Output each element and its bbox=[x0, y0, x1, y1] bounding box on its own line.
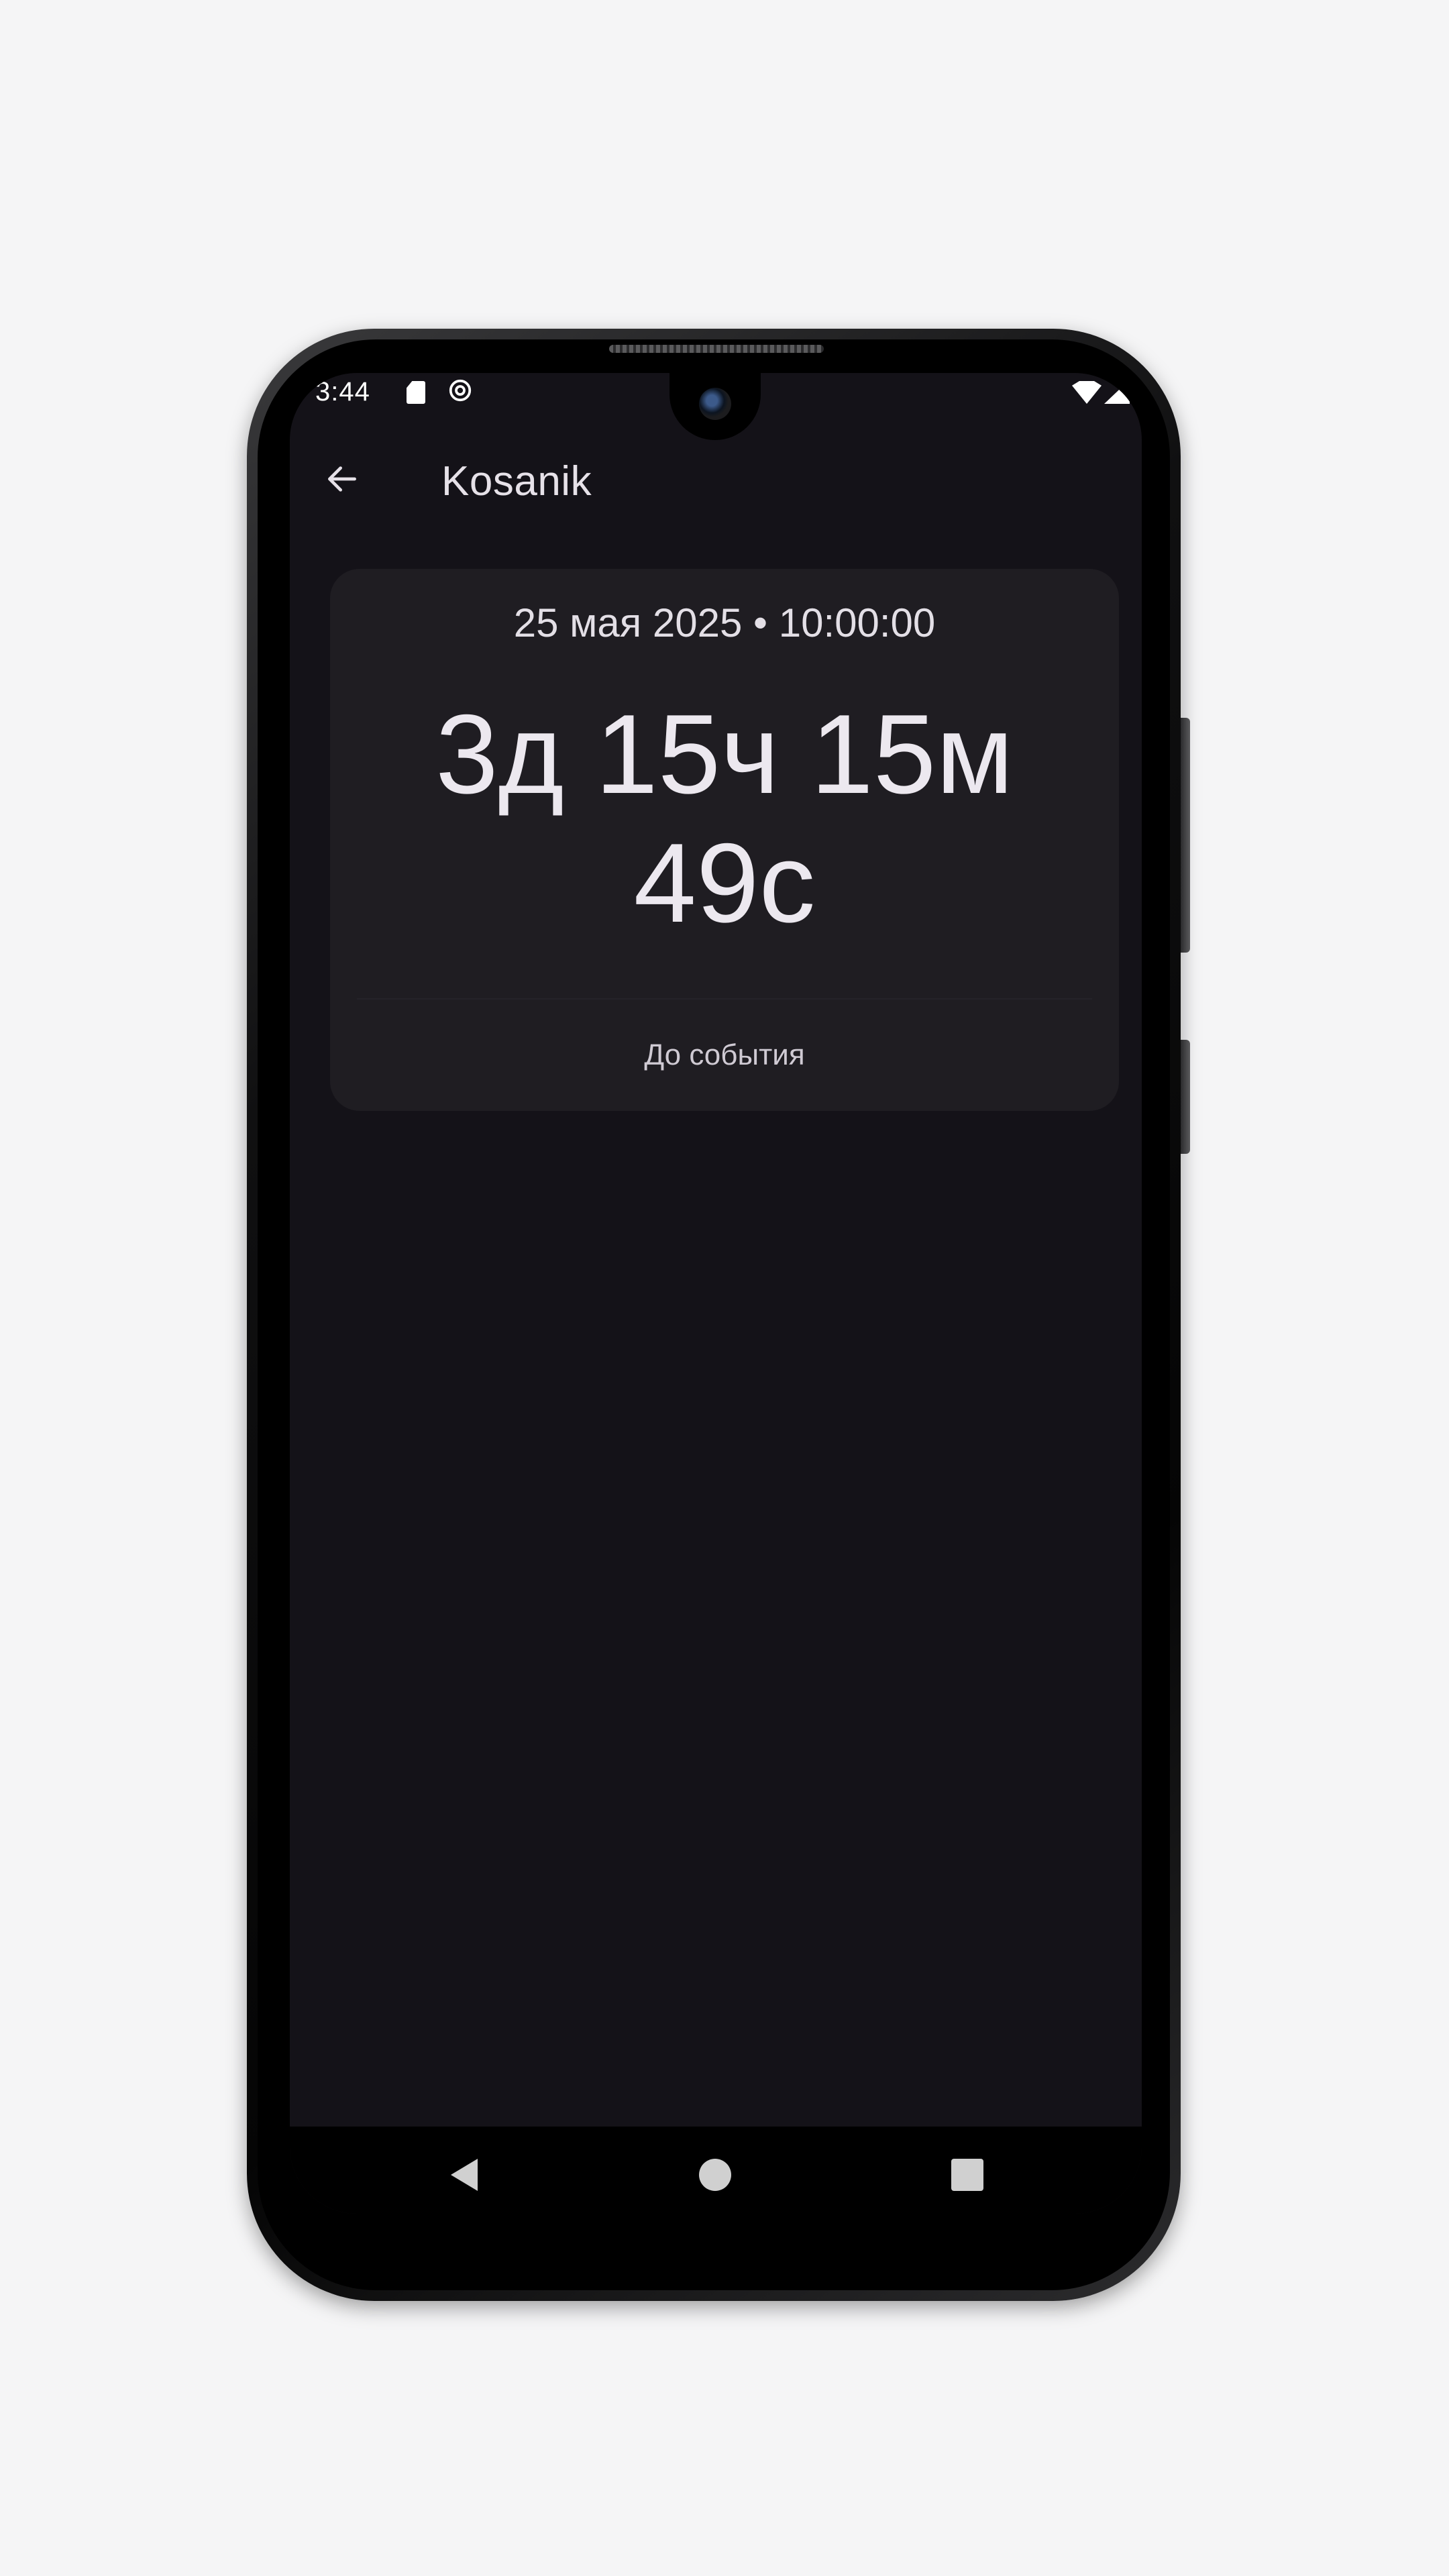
circle-home-icon[interactable] bbox=[699, 2159, 731, 2191]
arrow-left-icon bbox=[328, 466, 356, 492]
status-time: 3:44 bbox=[315, 377, 370, 407]
app-title: Kosanik bbox=[441, 458, 592, 504]
sd-card-icon bbox=[407, 381, 425, 404]
countdown-card[interactable]: 25 мая 2025 • 10:00:00 3д 15ч 15м 49с До… bbox=[330, 569, 1119, 1111]
square-recents-icon[interactable] bbox=[951, 2159, 983, 2191]
system-navigation-bar bbox=[290, 2127, 1142, 2214]
earpiece-speaker bbox=[609, 345, 824, 353]
signal-icon bbox=[1104, 380, 1130, 404]
countdown-caption: До события bbox=[644, 1038, 805, 1071]
at-sign-icon bbox=[449, 379, 472, 402]
back-button[interactable] bbox=[318, 455, 366, 503]
app-bar: Kosanik bbox=[290, 427, 1142, 527]
countdown-remaining: 3д 15ч 15м 49с bbox=[435, 691, 1014, 946]
stage: 3:44 Kosanik 25 мая 2025 • 10:00:00 3д 1… bbox=[0, 0, 1449, 2576]
phone-screen: 3:44 Kosanik 25 мая 2025 • 10:00:00 3д 1… bbox=[290, 373, 1142, 2214]
triangle-back-icon[interactable] bbox=[451, 2159, 478, 2191]
event-datetime: 25 мая 2025 • 10:00:00 bbox=[513, 600, 936, 645]
wifi-icon bbox=[1072, 381, 1102, 404]
front-camera bbox=[699, 388, 731, 420]
volume-button bbox=[1181, 718, 1190, 953]
power-button bbox=[1181, 1040, 1190, 1154]
card-divider bbox=[357, 998, 1092, 1000]
